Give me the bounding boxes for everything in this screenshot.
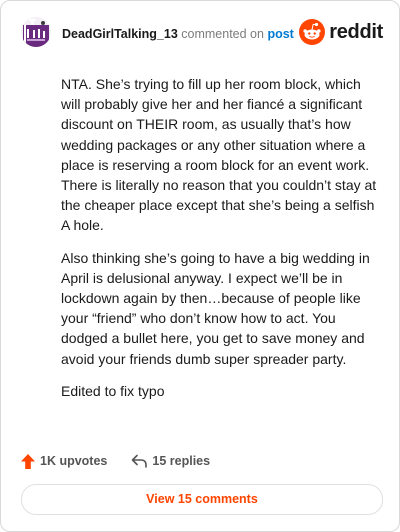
byline: DeadGirlTalking_13 commented on post [62, 27, 294, 41]
upvote-count: 1K upvotes [40, 454, 108, 468]
upvote-arrow-icon [21, 453, 35, 469]
comment-footer: 1K upvotes 15 replies [21, 451, 234, 471]
reddit-alien-icon [299, 19, 326, 45]
comment-card: DeadGirlTalking_13 commented on post red… [0, 0, 400, 532]
replies-button[interactable]: 15 replies [131, 454, 210, 468]
username-link[interactable]: DeadGirlTalking_13 [62, 27, 178, 41]
comment-paragraph: Also thinking she’s going to have a big … [61, 249, 370, 367]
avatar[interactable] [21, 17, 51, 47]
reply-arrow-icon [132, 454, 148, 468]
reddit-wordmark: reddit [329, 20, 383, 43]
comment-paragraph: NTA. She’s trying to fill up her room bl… [61, 76, 377, 234]
avatar-image [21, 17, 51, 47]
upvote-button[interactable]: 1K upvotes [21, 453, 108, 469]
comment-header: DeadGirlTalking_13 commented on post red… [21, 17, 383, 51]
comment-paragraph: Edited to fix typo [61, 382, 165, 399]
replies-count: 15 replies [152, 454, 211, 468]
byline-verb: commented on [181, 27, 264, 41]
view-comments-button[interactable]: View 15 comments [21, 484, 383, 515]
post-link[interactable]: post [267, 27, 293, 41]
reddit-logo[interactable]: reddit [299, 19, 383, 45]
comment-body: NTA. She’s trying to fill up her room bl… [61, 74, 381, 413]
